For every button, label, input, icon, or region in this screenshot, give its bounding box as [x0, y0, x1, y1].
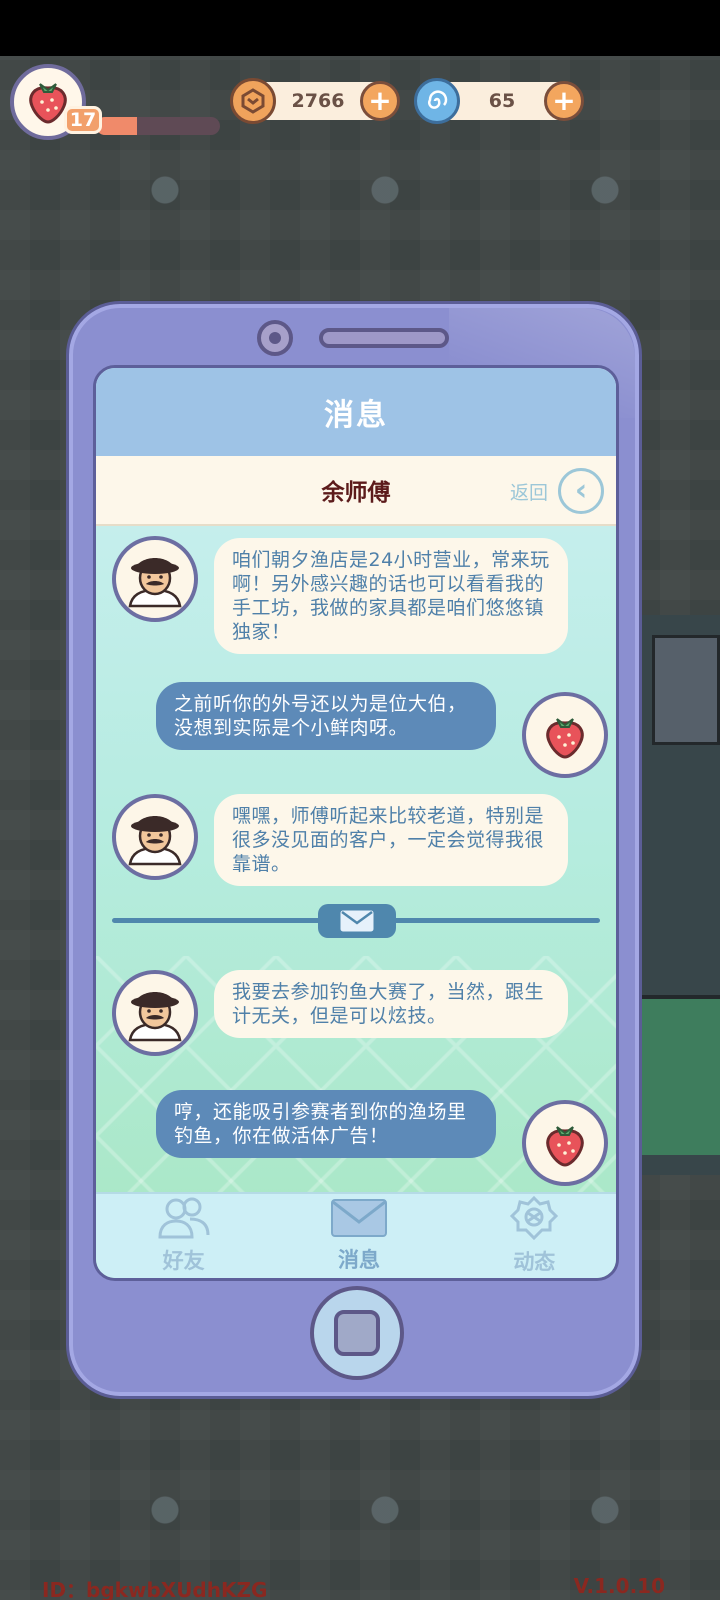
npc-avatar[interactable]: [112, 794, 198, 880]
phone-tab-bar: 好友 消息 动态: [96, 1192, 616, 1278]
message-bubble-npc: 我要去参加钓鱼大赛了，当然，跟生计无关，但是可以炫技。: [214, 970, 568, 1038]
tab-moments[interactable]: 动态: [447, 1194, 616, 1278]
status-bar: [0, 0, 720, 56]
envelope-icon: [330, 1198, 388, 1242]
tab-label: 动态: [513, 1250, 556, 1274]
npc-face-icon: [128, 816, 182, 866]
npc-avatar[interactable]: [112, 970, 198, 1056]
town-background: [640, 615, 720, 1175]
add-gems-button[interactable]: +: [544, 81, 584, 121]
coin-counter: 2766 +: [230, 78, 400, 124]
player-avatar-small[interactable]: [522, 1100, 608, 1186]
add-coins-button[interactable]: +: [360, 81, 400, 121]
speaker-slot: [319, 328, 449, 348]
moments-icon: [510, 1195, 559, 1244]
home-button[interactable]: [310, 1286, 404, 1380]
message-bubble-player: 哼，还能吸引参赛者到你的渔场里钓鱼，你在做活体广告！: [156, 1090, 496, 1158]
coin-icon: [230, 78, 276, 124]
friends-icon: [156, 1197, 212, 1243]
message-bubble-npc: 嘿嘿，师傅听起来比较老道，特别是很多没见面的客户，一定会觉得我很靠谱。: [214, 794, 568, 886]
back-button[interactable]: ‹: [558, 468, 604, 514]
tab-label: 好友: [162, 1249, 205, 1273]
xp-progress-fill: [96, 117, 137, 135]
tab-messages[interactable]: 消息: [271, 1194, 446, 1278]
chevron-left-icon: ‹: [574, 473, 588, 508]
plus-icon: +: [368, 84, 392, 117]
back-label[interactable]: 返回: [510, 478, 548, 505]
grass-decoration: [640, 995, 720, 1155]
gem-count: 65: [488, 90, 516, 112]
chat-history[interactable]: 咱们朝夕渔店是24小时营业，常来玩啊！另外感兴趣的话也可以看看我的手工坊，我做的…: [96, 526, 616, 1198]
tab-label: 消息: [337, 1248, 380, 1272]
house-decoration: [652, 635, 720, 745]
player-id: ID：bgkwbXUdhKZG: [42, 1578, 268, 1600]
message-bubble-npc: 咱们朝夕渔店是24小时营业，常来玩啊！另外感兴趣的话也可以看看我的手工坊，我做的…: [214, 538, 568, 654]
npc-face-icon: [128, 558, 182, 608]
contact-name: 余师傅: [321, 480, 391, 506]
screen-title: 消息: [96, 368, 616, 456]
version-label: V.1.0.10: [573, 1574, 665, 1598]
strawberry-icon: [546, 718, 584, 759]
plus-icon: +: [552, 84, 576, 117]
tab-friends[interactable]: 好友: [96, 1194, 271, 1278]
camera-icon: [257, 320, 293, 356]
gem-counter: 65 +: [414, 78, 584, 124]
strawberry-icon: [546, 1126, 584, 1167]
message-bubble-player: 之前听你的外号还以为是位大伯，没想到实际是个小鲜肉呀。: [156, 682, 496, 750]
xp-progress-bar: [96, 117, 220, 135]
envelope-icon: [318, 904, 396, 938]
npc-avatar[interactable]: [112, 536, 198, 622]
contact-header: 余师傅 返回 ‹: [96, 456, 616, 526]
spiral-gem-icon: [414, 78, 460, 124]
npc-face-icon: [128, 992, 182, 1042]
coin-count: 2766: [291, 90, 345, 112]
phone-frame: 消息 余师傅 返回 ‹ 咱们朝夕渔店是24小时营业，常来玩啊！另外感兴趣的话也可…: [66, 301, 642, 1399]
phone-screen: 消息 余师傅 返回 ‹ 咱们朝夕渔店是24小时营业，常来玩啊！另外感兴趣的话也可…: [93, 365, 619, 1281]
level-badge: 17: [64, 106, 102, 134]
player-avatar-small[interactable]: [522, 692, 608, 778]
home-icon: [334, 1310, 380, 1356]
